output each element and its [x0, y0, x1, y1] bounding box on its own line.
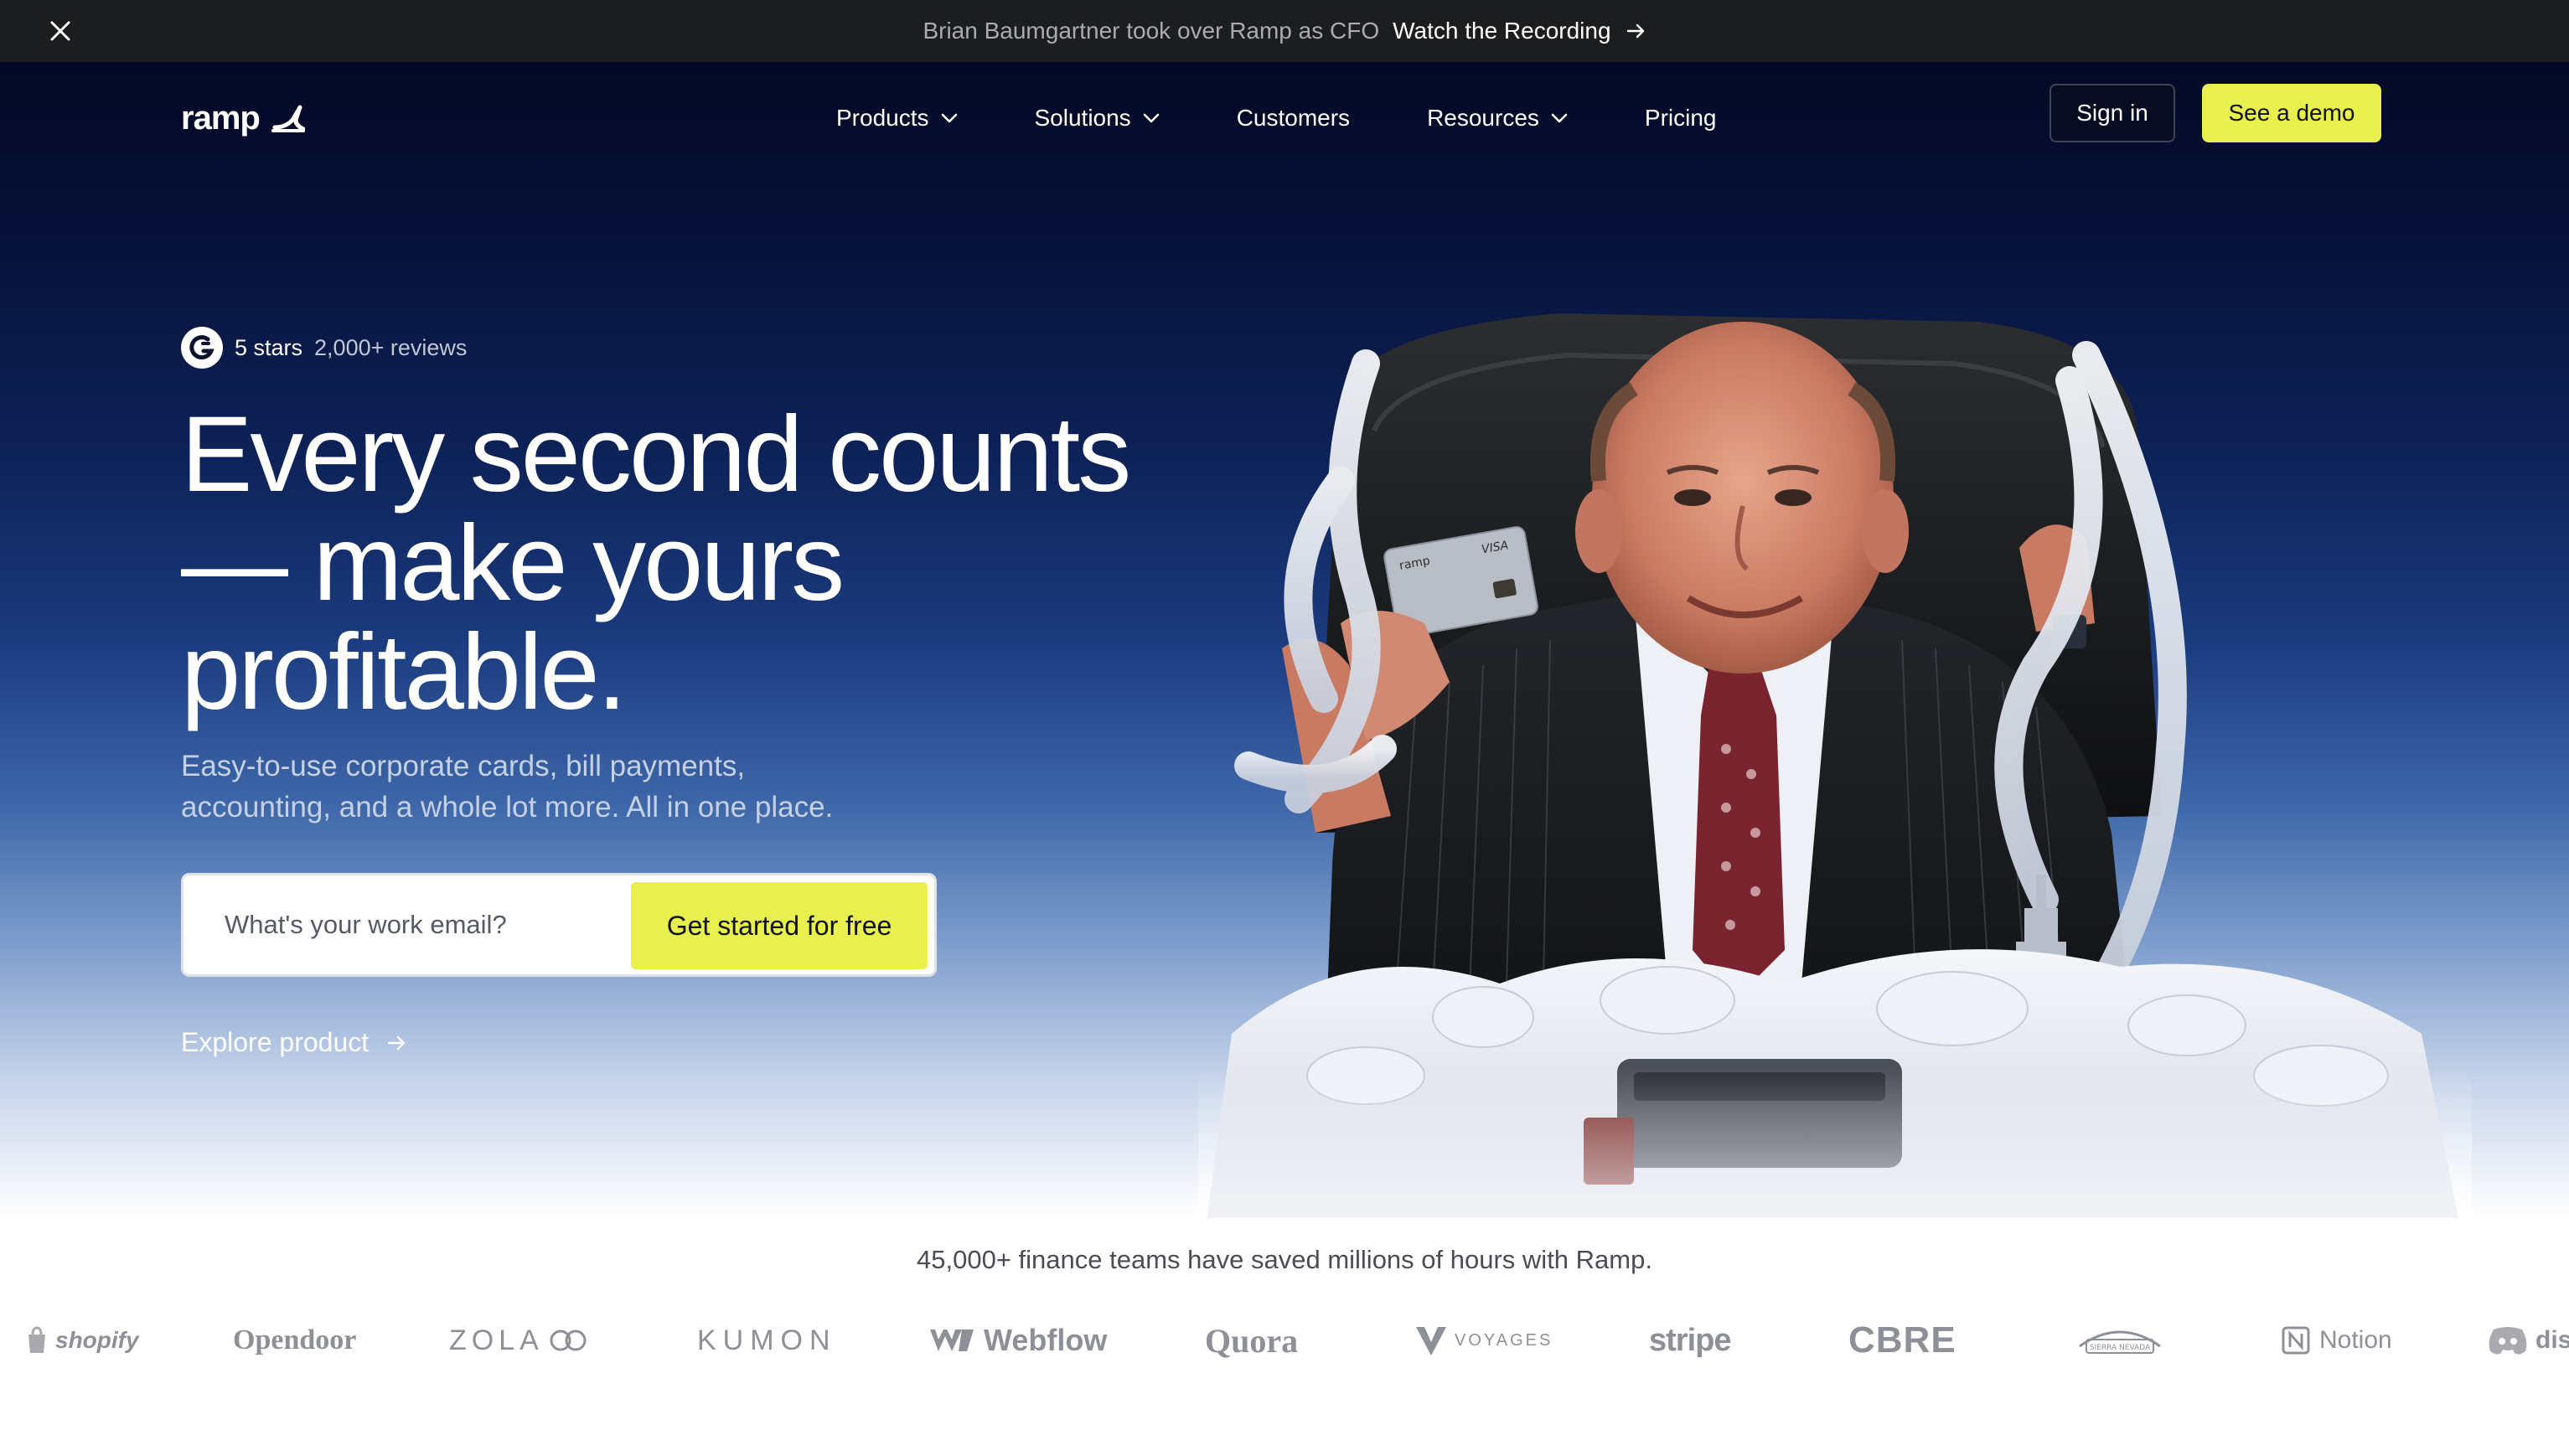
- customer-logo-voyages[interactable]: VOYAGES: [1413, 1315, 1553, 1366]
- subtext-line: accounting, and a whole lot more. All in…: [181, 791, 834, 824]
- customer-logo-discord[interactable]: discord: [2487, 1315, 2569, 1366]
- rating-reviews: 2,000+ reviews: [314, 334, 468, 360]
- watch-recording-label: Watch the Recording: [1393, 18, 1611, 44]
- logo-text: Notion: [2319, 1326, 2392, 1354]
- hero-headline: Every second counts — make yours profita…: [181, 400, 1287, 727]
- social-proof-caption: 45,000+ finance teams have saved million…: [917, 1245, 1652, 1274]
- headline-line: — make yours: [181, 503, 845, 623]
- nav-menu: Products Solutions Customers Resources P…: [836, 96, 1717, 141]
- voyages-v-icon: [1416, 1327, 1446, 1355]
- g2-logo-icon: [181, 327, 223, 369]
- logo-text: CBRE: [1848, 1319, 1956, 1360]
- close-icon[interactable]: [44, 14, 77, 48]
- ramp-logo[interactable]: ramp: [181, 97, 305, 139]
- announcement-message: Brian Baumgartner took over Ramp as CFO: [923, 18, 1380, 44]
- notion-n-icon: [2282, 1326, 2310, 1355]
- announcement-bar: Brian Baumgartner took over Ramp as CFO …: [0, 0, 2569, 62]
- logo-text: shopify: [55, 1327, 139, 1353]
- customer-logo-sierra-nevada[interactable]: SIERRA NEVADA: [2075, 1315, 2165, 1366]
- headline-line: Every second counts: [181, 395, 1131, 514]
- hero-photo: ramp VISA: [1198, 313, 2472, 1218]
- customer-logo-zola[interactable]: ZOLA: [449, 1315, 594, 1366]
- headline-line: profitable.: [181, 612, 627, 732]
- logo-text: KUMON: [697, 1324, 837, 1356]
- explore-product-label: Explore product: [181, 1027, 370, 1057]
- arrow-right-icon: [387, 1035, 406, 1050]
- email-signup-form: Get started for free: [181, 873, 937, 977]
- rating-stars: 5 stars: [235, 334, 303, 360]
- customer-logos: shopify Opendoor ZOLA KUMON Webflow Quor…: [0, 1315, 2569, 1366]
- nav-item-label: Customers: [1236, 105, 1351, 131]
- nav-item-solutions[interactable]: Solutions: [1035, 105, 1160, 132]
- customer-logo-stripe[interactable]: stripe: [1649, 1315, 1731, 1366]
- nav-item-products[interactable]: Products: [836, 105, 958, 132]
- sierra-nevada-badge: SIERRA NEVADA: [2079, 1330, 2161, 1354]
- logo-text: Webflow: [984, 1323, 1108, 1357]
- customer-logo-quora[interactable]: Quora: [1205, 1315, 1298, 1366]
- customer-logo-notion[interactable]: Notion: [2281, 1315, 2392, 1366]
- see-a-demo-button[interactable]: See a demo: [2202, 84, 2381, 142]
- shopify-bag-icon: [28, 1326, 45, 1353]
- explore-product-link[interactable]: Explore product: [181, 1027, 407, 1058]
- nav-item-label: Solutions: [1034, 105, 1131, 131]
- webflow-w-icon: [930, 1330, 974, 1351]
- sign-in-button[interactable]: Sign in: [2050, 84, 2175, 142]
- get-started-button[interactable]: Get started for free: [631, 882, 928, 969]
- zola-rings-icon: [550, 1330, 587, 1351]
- hero-subtext: Easy-to-use corporate cards, bill paymen…: [181, 746, 935, 828]
- nav-item-resources[interactable]: Resources: [1427, 105, 1568, 132]
- customer-logo-shopify[interactable]: shopify: [25, 1315, 139, 1366]
- logo-text: stripe: [1649, 1322, 1731, 1358]
- main-nav: ramp Products Solutions Customers Resour…: [0, 62, 2569, 166]
- logo-text: Opendoor: [233, 1324, 357, 1355]
- g2-rating: 5 stars 2,000+ reviews: [181, 327, 467, 369]
- nav-item-label: Products: [836, 105, 929, 131]
- nav-item-label: Pricing: [1644, 105, 1717, 131]
- chevron-down-icon: [1551, 113, 1568, 123]
- customer-logo-webflow[interactable]: Webflow: [928, 1315, 1107, 1366]
- discord-icon: [2489, 1327, 2527, 1355]
- logo-text: ZOLA: [449, 1324, 544, 1356]
- subtext-line: Easy-to-use corporate cards, bill paymen…: [181, 750, 746, 782]
- chevron-down-icon: [941, 113, 957, 123]
- work-email-input[interactable]: [186, 878, 622, 972]
- chevron-down-icon: [1143, 113, 1159, 123]
- logo-text: Quora: [1205, 1321, 1299, 1360]
- arrow-right-icon: [1626, 23, 1644, 39]
- logo-text: VOYAGES: [1455, 1330, 1553, 1350]
- brand-name: ramp: [181, 99, 261, 137]
- svg-text:SIERRA NEVADA: SIERRA NEVADA: [2090, 1344, 2151, 1352]
- ramp-logo-icon: [271, 105, 305, 132]
- nav-item-label: Resources: [1427, 105, 1539, 131]
- nav-item-customers[interactable]: Customers: [1237, 105, 1350, 132]
- customer-logo-kumon[interactable]: KUMON: [697, 1315, 837, 1366]
- watch-recording-link[interactable]: Watch the Recording: [1393, 18, 1646, 44]
- logo-text: discord: [2535, 1326, 2569, 1354]
- customer-logo-opendoor[interactable]: Opendoor: [233, 1315, 356, 1366]
- customer-logo-cbre[interactable]: CBRE: [1848, 1315, 1956, 1366]
- nav-item-pricing[interactable]: Pricing: [1645, 105, 1717, 132]
